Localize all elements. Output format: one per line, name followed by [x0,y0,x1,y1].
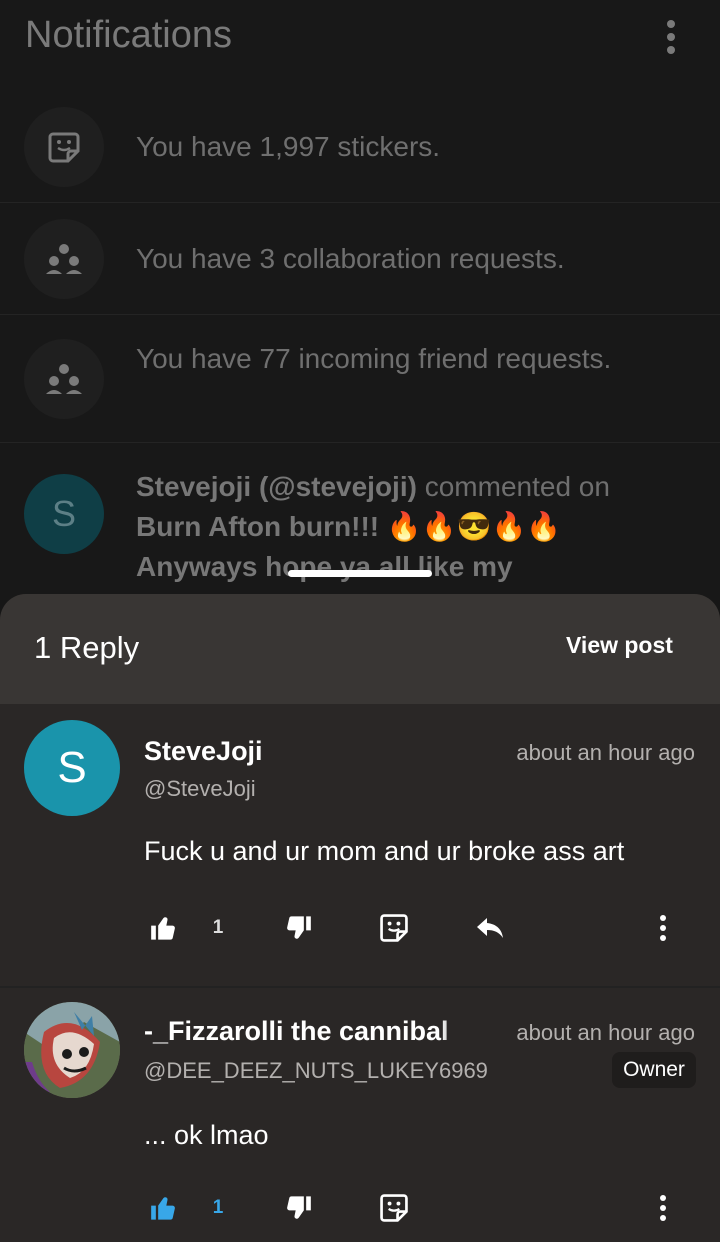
dislike-icon[interactable] [280,1184,316,1232]
notification-text: You have 3 collaboration requests. [136,243,565,274]
sheet-header: 1 Reply View post [0,594,720,704]
reply-icon[interactable] [472,904,508,952]
avatar: S [24,474,104,554]
notification-preview: Anyways hope ya all like my [136,551,513,582]
notification-item[interactable]: S Stevejoji (@stevejoji) commented on Bu… [0,444,720,604]
comment: S SteveJoji @SteveJoji about an hour ago… [0,704,720,984]
collab-icon [24,219,104,299]
notification-item[interactable]: You have 3 collaboration requests. [0,204,720,315]
replies-sheet: 1 Reply View post S SteveJoji @SteveJoji… [0,594,720,1242]
page-title: Notifications [25,14,232,56]
owner-badge: Owner [612,1052,696,1088]
notification-item[interactable]: You have 77 incoming friend requests. [0,316,720,443]
notification-item[interactable]: You have 1,997 stickers. [0,92,720,203]
dislike-icon[interactable] [280,904,316,952]
like-icon[interactable] [146,1184,182,1232]
like-count: 1 [212,917,224,938]
sticker-icon [24,107,104,187]
notification-user: Stevejoji (@stevejoji) [136,471,417,502]
comment-text: Fuck u and ur mom and ur broke ass art [144,836,625,866]
comment: -_Fizzarolli the cannibal @DEE_DEEZ_NUTS… [0,986,720,1242]
comment-author[interactable]: -_Fizzarolli the cannibal [144,1016,476,1047]
notification-text: You have 77 incoming friend requests. [136,343,612,374]
more-options-icon[interactable] [650,904,676,952]
sticker-icon[interactable] [376,1184,412,1232]
like-count: 1 [212,1197,224,1218]
avatar[interactable]: S [24,720,120,816]
sticker-icon[interactable] [376,904,412,952]
more-options-icon[interactable] [650,1184,676,1232]
comment-time: about an hour ago [516,740,695,765]
view-post-button[interactable]: View post [566,632,673,659]
comment-actions: 1 [0,1184,720,1232]
comment-handle: @DEE_DEEZ_NUTS_LUKEY6969 [144,1058,488,1083]
notification-text: Stevejoji (@stevejoji) commented on Burn… [136,467,680,587]
name-fade [440,1014,476,1050]
reply-count: 1 Reply [34,630,140,665]
friends-icon [24,339,104,419]
notification-action: commented on [416,471,610,502]
comment-author[interactable]: SteveJoji [144,736,263,767]
comment-text: ... ok lmao [144,1120,269,1150]
drag-handle[interactable] [288,570,432,577]
notification-text: You have 1,997 stickers. [136,131,441,162]
comment-time: about an hour ago [516,1020,695,1045]
more-options-icon[interactable] [655,14,687,60]
comment-handle: @SteveJoji [144,776,256,801]
comment-actions: 1 [0,904,720,952]
notification-post-title: Burn Afton burn!!! 🔥🔥😎🔥🔥 [136,511,562,542]
like-icon[interactable] [146,904,182,952]
avatar[interactable] [24,1002,120,1098]
